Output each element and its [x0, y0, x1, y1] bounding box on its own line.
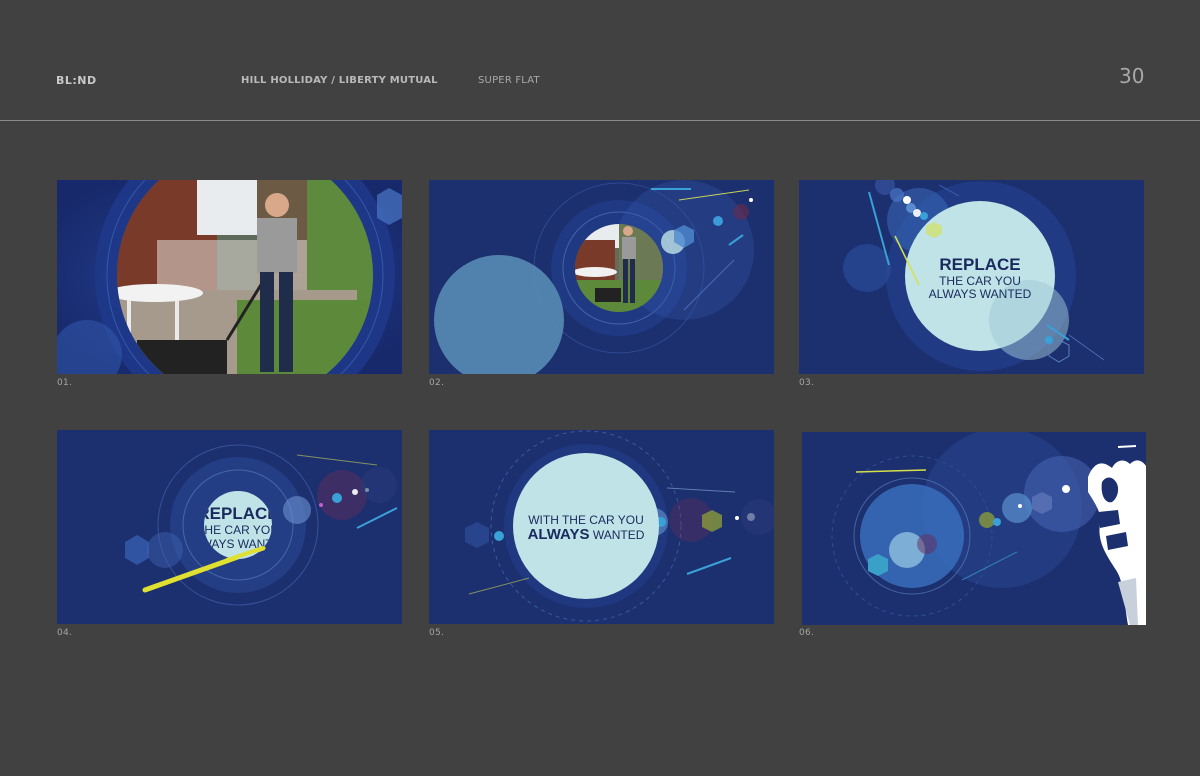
frame-4-text-line2: THE CAR YOU [197, 523, 279, 537]
storyboard-frame-2 [429, 180, 774, 374]
frame-3-text-line1: REPLACE [939, 255, 1020, 274]
frame-6-illustration [802, 432, 1146, 625]
frame-1-illustration [57, 180, 402, 374]
brand-logo: BL:ND [56, 74, 97, 87]
storyboard-frame-4: REPLACE THE CAR YOU ALWAYS WANTED [57, 430, 402, 624]
storyboard-frame-3: REPLACE THE CAR YOU ALWAYS WANTED [799, 180, 1144, 374]
page-number: 30 [1119, 64, 1145, 88]
header-divider [0, 120, 1200, 121]
frame-5-caption: 05. [429, 628, 445, 638]
storyboard-frame-5: WITH THE CAR YOU ALWAYS WANTED [429, 430, 774, 624]
frame-3-text-line2: THE CAR YOU [939, 274, 1021, 288]
storyboard-frame-1 [57, 180, 402, 374]
frame-3-text-line3: ALWAYS WANTED [929, 287, 1032, 301]
frame-5-text-line2: ALWAYS WANTED [528, 526, 645, 543]
page-header: BL:ND HILL HOLLIDAY / LIBERTY MUTUAL SUP… [0, 0, 1200, 120]
client-name: HILL HOLLIDAY / LIBERTY MUTUAL [241, 75, 438, 86]
frame-6-caption: 06. [799, 628, 815, 638]
frame-5-text-line1: WITH THE CAR YOU [528, 513, 644, 527]
frame-4-text-line1: REPLACE [197, 504, 278, 523]
frame-4-caption: 04. [57, 628, 73, 638]
frame-5-illustration: WITH THE CAR YOU ALWAYS WANTED [429, 430, 774, 624]
frame-3-caption: 03. [799, 378, 815, 388]
frame-2-caption: 02. [429, 378, 445, 388]
frame-4-illustration: REPLACE THE CAR YOU ALWAYS WANTED [57, 430, 402, 624]
storyboard-frame-6 [802, 432, 1146, 625]
frame-3-illustration: REPLACE THE CAR YOU ALWAYS WANTED [799, 180, 1144, 374]
frame-2-illustration [429, 180, 774, 374]
frame-1-caption: 01. [57, 378, 73, 388]
project-name: SUPER FLAT [478, 75, 540, 86]
